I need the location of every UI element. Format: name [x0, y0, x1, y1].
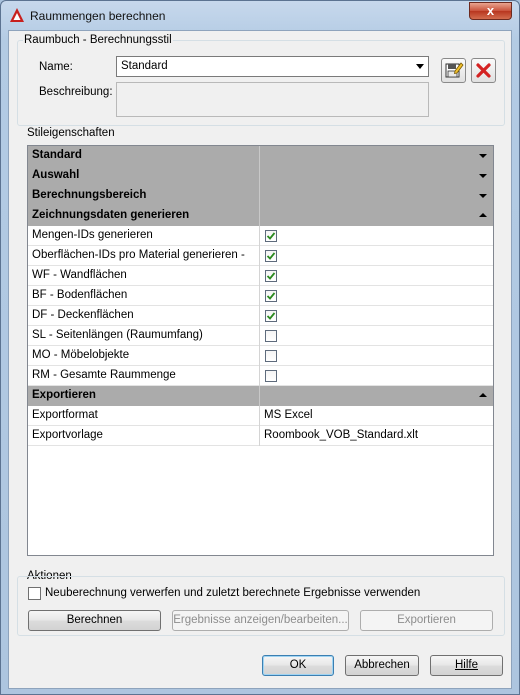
checkmark-icon [266, 252, 276, 260]
property-value-cell [259, 226, 493, 246]
property-grid[interactable]: Standard Auswahl Berechnungsbereich Zeic… [27, 145, 494, 556]
name-label: Name: [39, 61, 73, 73]
expand-icon[interactable] [479, 194, 487, 198]
category-label: Auswahl [32, 169, 80, 181]
style-name-dropdown[interactable]: Standard [116, 56, 429, 77]
save-edit-icon [445, 62, 464, 78]
discard-recalc-label: Neuberechnung verwerfen und zuletzt bere… [45, 587, 421, 599]
category-label: Berechnungsbereich [32, 189, 147, 201]
save-style-button[interactable] [441, 58, 466, 83]
description-label: Beschreibung: [39, 86, 113, 98]
property-row: Mengen-IDs generieren [28, 226, 493, 246]
category-exportieren[interactable]: Exportieren [28, 386, 493, 406]
help-label: Hilfe [454, 659, 478, 671]
category-label: Zeichnungsdaten generieren [32, 209, 190, 221]
category-label: Exportieren [32, 389, 96, 401]
category-auswahl[interactable]: Auswahl [28, 166, 493, 186]
ok-button[interactable]: OK [262, 655, 334, 676]
dialog-window: Raummengen berechnen x Raumbuch - Berech… [0, 0, 520, 695]
raumbuch-group-label: Raumbuch - Berechnungsstil [23, 34, 173, 46]
property-label: Exportformat [32, 409, 98, 421]
title-bar[interactable]: Raummengen berechnen x [1, 1, 519, 29]
property-label: Exportvorlage [32, 429, 103, 441]
property-value-cell [259, 346, 493, 366]
property-row: MO - Möbelobjekte [28, 346, 493, 366]
property-label: RM - Gesamte Raummenge [32, 369, 176, 381]
property-label: BF - Bodenflächen [32, 289, 128, 301]
checkmark-icon [266, 292, 276, 300]
category-value-cell [259, 186, 493, 206]
property-row: DF - Deckenflächen [28, 306, 493, 326]
delete-style-button[interactable] [471, 58, 496, 83]
category-value-cell [259, 386, 493, 406]
checkbox-gesamte-raummenge[interactable] [265, 370, 277, 382]
style-name-value: Standard [121, 60, 168, 72]
property-row: WF - Wandflächen [28, 266, 493, 286]
property-label: DF - Deckenflächen [32, 309, 134, 321]
property-label: Mengen-IDs generieren [32, 229, 153, 241]
cancel-button[interactable]: Abbrechen [345, 655, 419, 676]
property-value-cell [259, 266, 493, 286]
close-window-button[interactable]: x [469, 2, 512, 20]
category-value-cell [259, 146, 493, 166]
property-row: BF - Bodenflächen [28, 286, 493, 306]
export-format-value[interactable]: MS Excel [259, 406, 493, 426]
property-value-cell [259, 306, 493, 326]
property-row: Exportvorlage Roombook_VOB_Standard.xlt [28, 426, 493, 446]
checkbox-seitenlaengen[interactable] [265, 330, 277, 342]
property-label: SL - Seitenlängen (Raumumfang) [32, 329, 203, 341]
category-label: Standard [32, 149, 82, 161]
export-template-value[interactable]: Roombook_VOB_Standard.xlt [259, 426, 493, 446]
checkbox-moebelobjekte[interactable] [265, 350, 277, 362]
discard-recalc-checkbox[interactable] [28, 587, 41, 600]
property-row: Exportformat MS Excel [28, 406, 493, 426]
category-value-cell [259, 206, 493, 226]
property-row: RM - Gesamte Raummenge [28, 366, 493, 386]
chevron-down-icon [416, 64, 424, 69]
help-button[interactable]: Hilfe [430, 655, 503, 676]
property-row: SL - Seitenlängen (Raumumfang) [28, 326, 493, 346]
checkmark-icon [266, 272, 276, 280]
checkmark-icon [266, 312, 276, 320]
collapse-icon[interactable] [479, 213, 487, 217]
checkbox-deckenflaechen[interactable] [265, 310, 277, 322]
category-standard[interactable]: Standard [28, 146, 493, 166]
property-label: MO - Möbelobjekte [32, 349, 130, 361]
checkbox-bodenflaechen[interactable] [265, 290, 277, 302]
exportieren-button[interactable]: Exportieren [360, 610, 493, 631]
window-title: Raummengen berechnen [30, 9, 166, 23]
property-label: Oberflächen-IDs pro Material generieren … [32, 249, 245, 261]
property-value-cell [259, 246, 493, 266]
expand-icon[interactable] [479, 154, 487, 158]
description-field[interactable] [116, 82, 429, 117]
checkbox-wandflaechen[interactable] [265, 270, 277, 282]
property-value-cell [259, 326, 493, 346]
property-value-cell [259, 366, 493, 386]
category-zeichnungsdaten[interactable]: Zeichnungsdaten generieren [28, 206, 493, 226]
delete-x-icon [476, 63, 491, 78]
checkmark-icon [266, 232, 276, 240]
berechnen-button[interactable]: Berechnen [28, 610, 161, 631]
category-berechnungsbereich[interactable]: Berechnungsbereich [28, 186, 493, 206]
collapse-icon[interactable] [479, 393, 487, 397]
property-row: Oberflächen-IDs pro Material generieren … [28, 246, 493, 266]
app-logo-icon [10, 8, 24, 22]
property-value-cell [259, 286, 493, 306]
close-icon: x [486, 3, 495, 18]
property-label: WF - Wandflächen [32, 269, 127, 281]
ergebnisse-button[interactable]: Ergebnisse anzeigen/bearbeiten... [172, 610, 349, 631]
checkbox-mengen-ids[interactable] [265, 230, 277, 242]
checkbox-oberflaechen-ids[interactable] [265, 250, 277, 262]
category-value-cell [259, 166, 493, 186]
dialog-body: Raumbuch - Berechnungsstil Name: Standar… [8, 30, 512, 689]
expand-icon[interactable] [479, 174, 487, 178]
